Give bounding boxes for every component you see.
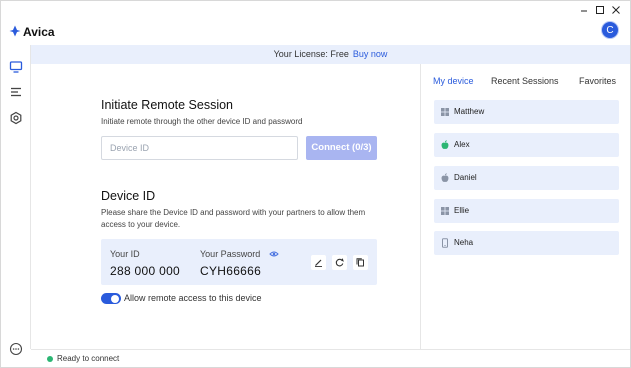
main-panel: Initiate Remote Session Initiate remote … xyxy=(31,64,420,349)
session-subtitle: Initiate remote through the other device… xyxy=(101,117,303,126)
device-item-daniel[interactable]: Daniel xyxy=(434,166,619,190)
phone-icon xyxy=(442,238,448,248)
maximize-icon xyxy=(596,6,604,14)
nav-item-list[interactable] xyxy=(8,84,24,100)
copy-icon xyxy=(356,258,364,267)
device-id-title: Device ID xyxy=(101,189,156,203)
your-password-label: Your Password xyxy=(200,249,261,259)
left-nav xyxy=(1,45,31,356)
nav-item-more[interactable] xyxy=(8,341,24,357)
monitor-icon xyxy=(9,61,23,73)
device-name: Alex xyxy=(454,140,470,149)
edit-password-button[interactable] xyxy=(311,255,326,270)
apple-icon xyxy=(441,140,449,149)
status-text: Ready to connect xyxy=(57,354,120,363)
device-name: Ellie xyxy=(454,206,470,215)
refresh-password-button[interactable] xyxy=(332,255,347,270)
status-dot-icon xyxy=(47,356,53,362)
title-bar xyxy=(1,1,630,19)
remote-access-toggle[interactable] xyxy=(101,293,121,304)
your-id-label: Your ID xyxy=(110,249,140,259)
nav-item-remote[interactable] xyxy=(8,59,24,75)
app-name: Avica xyxy=(23,25,55,39)
device-item-alex[interactable]: Alex xyxy=(434,133,619,157)
tab-favorites[interactable]: Favorites xyxy=(579,76,616,86)
eye-icon[interactable] xyxy=(269,250,279,258)
gear-icon xyxy=(10,111,22,125)
minimize-icon xyxy=(581,10,587,12)
tab-my-device[interactable]: My device xyxy=(433,76,474,86)
device-name: Neha xyxy=(454,238,474,247)
copy-credentials-button[interactable] xyxy=(353,255,368,270)
avica-logo-icon xyxy=(9,25,21,37)
avatar[interactable]: C xyxy=(601,21,619,39)
more-icon xyxy=(9,342,23,356)
close-button[interactable] xyxy=(609,3,623,17)
pencil-icon xyxy=(315,259,322,267)
session-title: Initiate Remote Session xyxy=(101,98,234,112)
close-icon xyxy=(612,6,620,14)
brand-bar: Avica C xyxy=(1,19,630,45)
license-text: Your License: Free xyxy=(273,49,349,59)
connect-button[interactable]: Connect (0/3) xyxy=(306,136,377,160)
remote-access-label: Allow remote access to this device xyxy=(124,293,262,303)
refresh-icon xyxy=(335,258,344,267)
your-password-value: CYH66666 xyxy=(200,264,262,278)
device-name: Matthew xyxy=(454,107,485,116)
device-item-ellie[interactable]: Ellie xyxy=(434,199,619,223)
device-name: Daniel xyxy=(454,173,477,182)
maximize-button[interactable] xyxy=(593,3,607,17)
device-id-subtitle-line2: access to your device. xyxy=(101,220,181,229)
tab-recent-sessions[interactable]: Recent Sessions xyxy=(491,76,559,86)
device-list-panel: My device Recent Sessions Favorites Matt… xyxy=(420,64,630,349)
device-credentials-box: Your ID 288 000 000 Your Password CYH666… xyxy=(101,239,377,285)
list-icon xyxy=(11,87,21,97)
device-id-input[interactable]: Device ID xyxy=(101,136,298,160)
device-item-neha[interactable]: Neha xyxy=(434,231,619,255)
apple-icon xyxy=(441,173,449,182)
minimize-button[interactable] xyxy=(577,3,591,17)
windows-icon xyxy=(441,108,449,116)
device-id-subtitle-line1: Please share the Device ID and password … xyxy=(101,208,366,217)
device-item-matthew[interactable]: Matthew xyxy=(434,100,619,124)
status-bar: Ready to connect xyxy=(31,349,630,367)
your-id-value: 288 000 000 xyxy=(110,264,181,278)
license-banner: Your License: Free Buy now xyxy=(31,45,630,64)
buy-now-link[interactable]: Buy now xyxy=(353,49,388,59)
windows-icon xyxy=(441,207,449,215)
toggle-knob xyxy=(111,294,119,303)
app-window: Avica C Your License: Free Buy now Initi… xyxy=(0,0,631,368)
nav-item-settings[interactable] xyxy=(8,110,24,126)
